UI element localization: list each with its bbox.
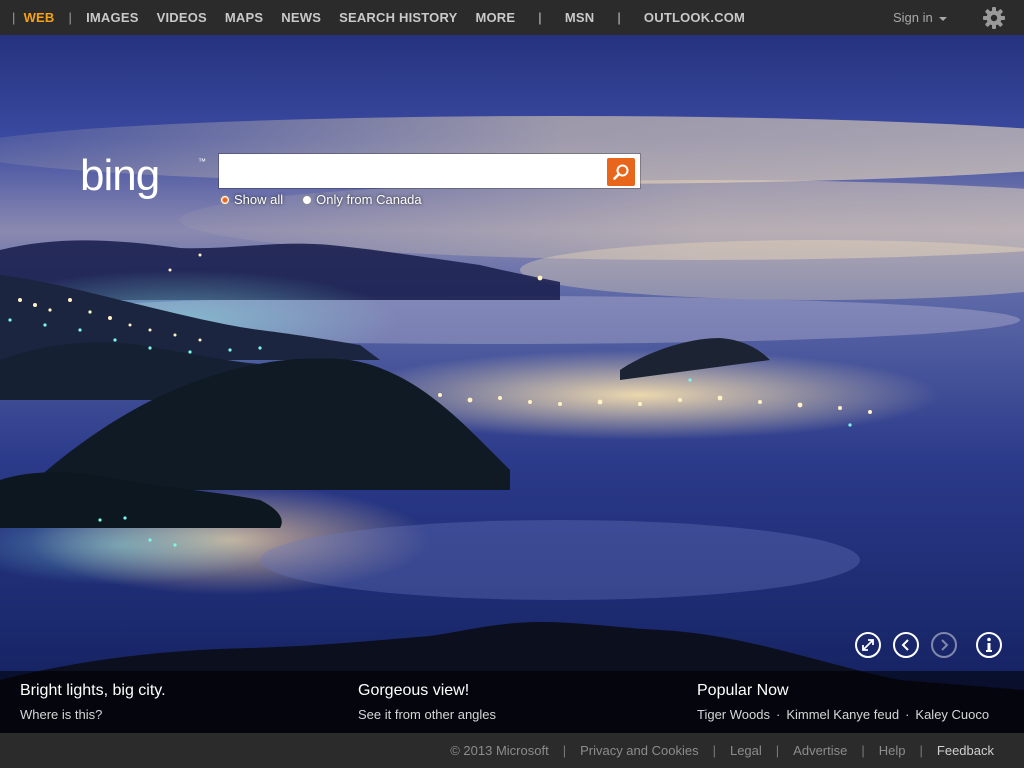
advertise-link[interactable]: Advertise — [793, 743, 847, 758]
caption-title: Bright lights, big city. — [20, 682, 166, 699]
trademark-mark: ™ — [198, 157, 206, 166]
previous-icon — [901, 639, 909, 651]
privacy-link[interactable]: Privacy and Cookies — [580, 743, 699, 758]
caption-middle: Gorgeous view! See it from other angles — [358, 682, 496, 722]
info-button[interactable] — [976, 632, 1002, 658]
nav-item-images[interactable]: IMAGES — [86, 10, 138, 25]
info-icon — [986, 637, 992, 652]
popular-now-title: Popular Now — [697, 682, 789, 699]
nav-separator: | — [68, 10, 73, 25]
footer-links: © 2013 Microsoft | Privacy and Cookies |… — [450, 733, 994, 768]
footer-separator: | — [861, 743, 865, 758]
next-image-button[interactable] — [931, 632, 957, 658]
nav-item-outlook[interactable]: OUTLOOK.COM — [644, 10, 745, 25]
caption-left: Bright lights, big city. Where is this? — [20, 682, 166, 722]
next-icon — [941, 639, 949, 651]
top-bar: | WEB | IMAGES VIDEOS MAPS NEWS SEARCH H… — [0, 0, 1024, 35]
sign-in-label: Sign in — [893, 10, 933, 25]
search-scope-options: Show all Only from Canada — [220, 192, 422, 207]
sign-in-menu[interactable]: Sign in — [893, 0, 947, 35]
radio-unselected-icon — [302, 194, 313, 205]
nav-item-msn[interactable]: MSN — [565, 10, 595, 25]
search-box — [219, 154, 640, 188]
help-link[interactable]: Help — [879, 743, 906, 758]
expand-icon — [862, 639, 874, 651]
footer-separator: | — [712, 743, 716, 758]
caption-strip: Bright lights, big city. Where is this? … — [0, 671, 1024, 733]
logo-text: bing — [80, 151, 159, 200]
nav-separator: | — [617, 10, 621, 25]
nav-separator: | — [12, 10, 16, 25]
dot-separator: · — [905, 707, 910, 722]
legal-link[interactable]: Legal — [730, 743, 762, 758]
nav-item-videos[interactable]: VIDEOS — [157, 10, 207, 25]
dot-separator: · — [775, 707, 781, 722]
expand-button[interactable] — [855, 632, 881, 658]
search-icon — [613, 164, 629, 180]
feedback-link[interactable]: Feedback — [937, 743, 994, 758]
footer-separator: | — [775, 743, 780, 758]
footer-separator: | — [919, 743, 923, 758]
search-input[interactable] — [219, 154, 603, 188]
only-from-canada-radio[interactable]: Only from Canada — [302, 192, 422, 207]
bing-logo[interactable]: bing ™ — [80, 150, 210, 204]
other-angles-link[interactable]: See it from other angles — [358, 707, 496, 722]
gear-icon[interactable] — [982, 6, 1006, 30]
caption-title: Gorgeous view! — [358, 682, 470, 699]
popular-link[interactable]: Kaley Cuoco — [915, 707, 989, 722]
radio-selected-icon — [220, 194, 230, 205]
nav-item-maps[interactable]: MAPS — [225, 10, 263, 25]
nav-item-news[interactable]: NEWS — [281, 10, 321, 25]
search-button[interactable] — [607, 158, 635, 186]
show-all-label: Show all — [234, 192, 284, 207]
footer: © 2013 Microsoft | Privacy and Cookies |… — [0, 733, 1024, 768]
nav-item-search-history[interactable]: SEARCH HISTORY — [339, 10, 457, 25]
copyright-text: © 2013 Microsoft — [450, 743, 549, 758]
footer-separator: | — [562, 743, 567, 758]
where-is-this-link[interactable]: Where is this? — [20, 707, 102, 722]
popular-now: Popular Now Tiger Woods · Kimmel Kanye feu… — [697, 682, 989, 722]
show-all-radio[interactable]: Show all — [220, 192, 283, 207]
main-nav: | WEB | IMAGES VIDEOS MAPS NEWS SEARCH H… — [0, 0, 754, 35]
nav-separator: | — [538, 10, 542, 25]
popular-link[interactable]: Tiger Woods — [697, 707, 770, 722]
chevron-down-icon — [938, 16, 947, 21]
nav-item-web[interactable]: WEB — [24, 10, 55, 25]
only-from-canada-label: Only from Canada — [316, 192, 422, 207]
nav-item-more[interactable]: MORE — [475, 10, 515, 25]
popular-link[interactable]: Kimmel Kanye feud — [786, 707, 899, 722]
previous-image-button[interactable] — [893, 632, 919, 658]
